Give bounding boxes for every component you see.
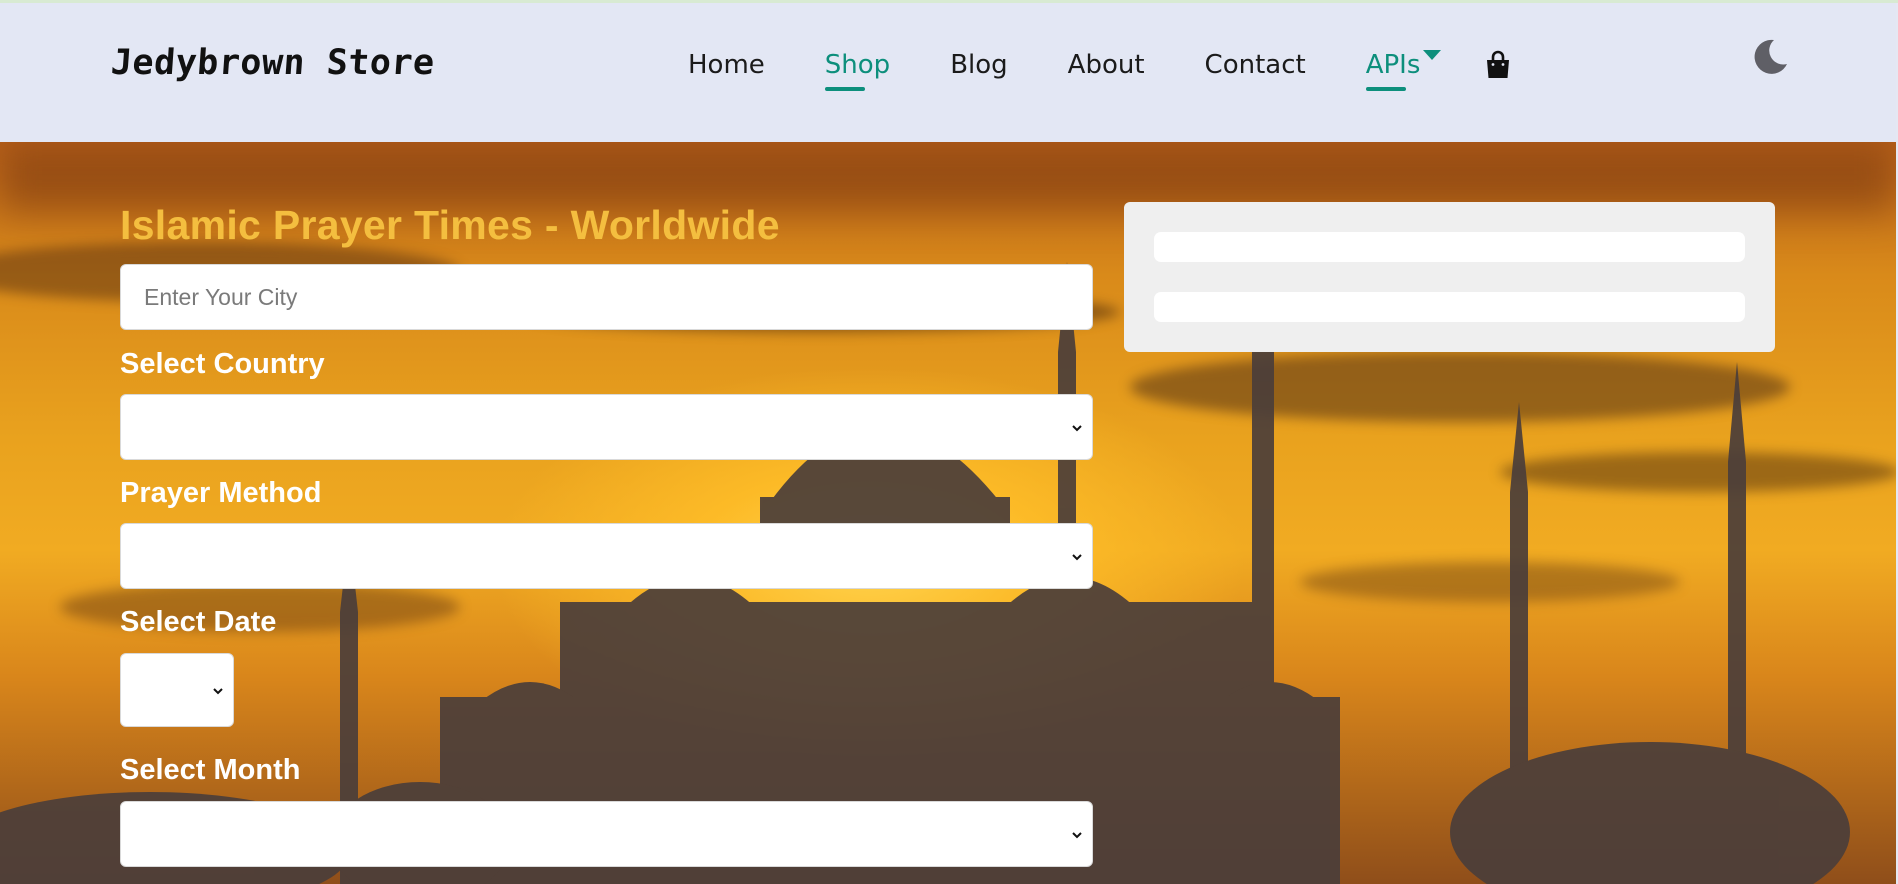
nav-shop[interactable]: Shop — [824, 45, 891, 91]
nav-shop-underline — [824, 87, 865, 91]
nav-apis-label: APIs — [1365, 50, 1421, 80]
result-placeholder-bar — [1154, 232, 1745, 262]
nav-shop-label: Shop — [824, 50, 891, 80]
brand-logo[interactable]: Jedybrown Store — [110, 43, 436, 83]
nav-contact[interactable]: Contact — [1205, 45, 1306, 85]
chevron-down-icon — [213, 688, 223, 695]
nav-contact-label: Contact — [1204, 50, 1306, 80]
chevron-down-icon — [1072, 832, 1082, 839]
prayer-times-result-card — [1124, 202, 1775, 352]
navbar: Jedybrown Store Home Shop Blog About Con… — [0, 3, 1896, 142]
shopping-bag-icon[interactable] — [1485, 50, 1511, 80]
caret-down-icon — [1423, 50, 1442, 60]
moon-icon[interactable] — [1750, 37, 1790, 77]
nav-apis-underline — [1365, 87, 1406, 91]
page-title: Islamic Prayer Times - Worldwide — [120, 202, 780, 248]
month-select[interactable] — [120, 801, 1093, 867]
country-label: Select Country — [120, 348, 325, 380]
nav-apis-dropdown[interactable]: APIs — [1365, 45, 1442, 91]
method-select[interactable] — [120, 523, 1093, 589]
chevron-down-icon — [1072, 554, 1082, 561]
nav-about-label: About — [1067, 50, 1145, 80]
date-select[interactable] — [120, 653, 234, 727]
result-placeholder-bar — [1154, 292, 1745, 322]
nav-home-label: Home — [688, 50, 765, 80]
method-label: Prayer Method — [120, 477, 322, 509]
nav-blog-label: Blog — [950, 50, 1008, 80]
nav-home[interactable]: Home — [688, 45, 765, 85]
date-label: Select Date — [120, 606, 277, 638]
month-label: Select Month — [120, 754, 301, 786]
country-select[interactable] — [120, 394, 1093, 460]
hero-section: Islamic Prayer Times - Worldwide Select … — [0, 142, 1896, 884]
nav-about[interactable]: About — [1068, 45, 1145, 85]
nav-blog[interactable]: Blog — [950, 45, 1007, 85]
city-input[interactable] — [120, 264, 1093, 330]
chevron-down-icon — [1072, 425, 1082, 432]
main-nav: Home Shop Blog About Contact APIs — [688, 45, 1501, 95]
